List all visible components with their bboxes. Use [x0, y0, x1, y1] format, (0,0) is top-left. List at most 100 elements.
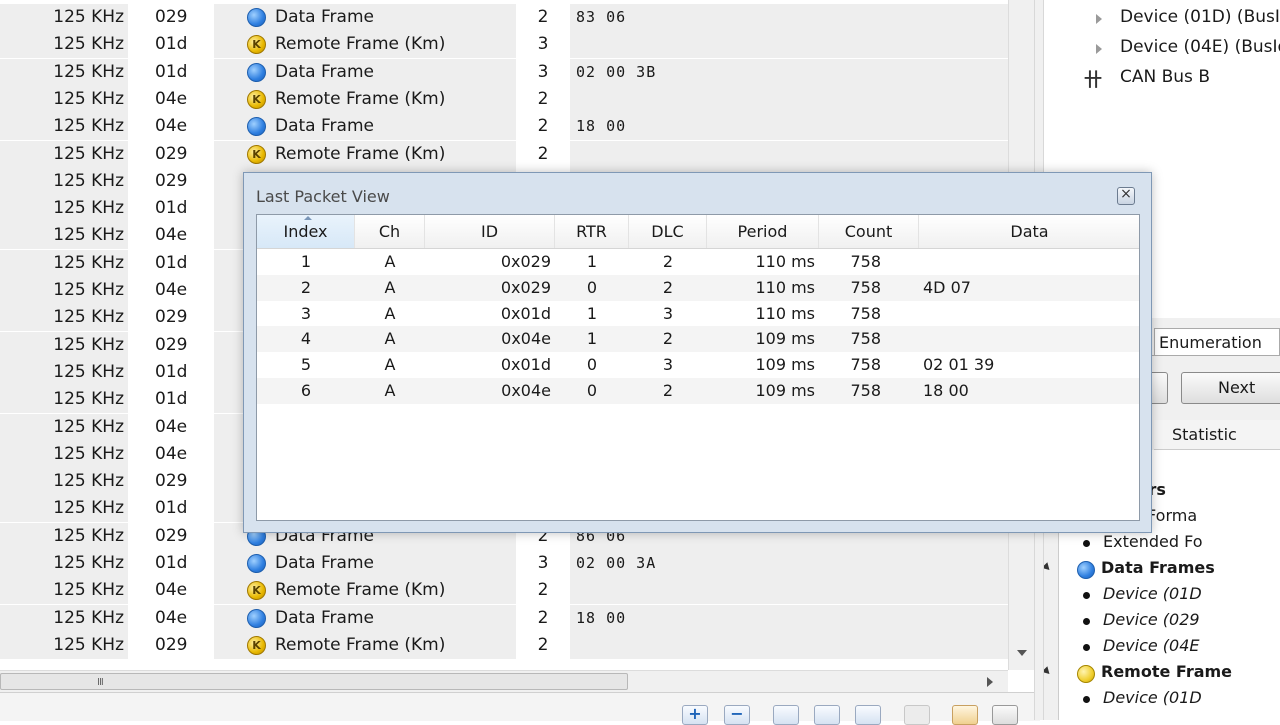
- data-cell: 18 00: [570, 113, 1008, 141]
- expand-arrow-icon[interactable]: [1096, 14, 1102, 24]
- column-header-rtr[interactable]: RTR: [555, 215, 629, 248]
- collapse-arrow-icon[interactable]: [1044, 562, 1053, 573]
- dlc-cell: 2: [662, 252, 674, 271]
- rtr-cell: 0: [586, 277, 598, 297]
- move-button[interactable]: [814, 705, 840, 725]
- id-cell: 04e: [155, 88, 188, 109]
- tab-enumeration[interactable]: Enumeration: [1154, 328, 1280, 356]
- column-header-data[interactable]: Data: [919, 215, 1139, 248]
- disabled-tool-button[interactable]: [904, 705, 930, 725]
- data-frame-icon: [247, 8, 266, 27]
- speed-cell: 125 KHz: [0, 113, 128, 141]
- speed-cell: 125 KHz: [0, 550, 128, 577]
- scroll-grip: III: [97, 677, 104, 688]
- log-row[interactable]: 125 KHz 029 Data Frame 2 83 06: [0, 4, 1008, 31]
- tree-item-label: CAN Bus B: [1120, 67, 1210, 87]
- index-cell: 5: [300, 355, 312, 375]
- frame-type-label: Data Frame: [275, 553, 374, 573]
- dlc-cell: 2: [662, 277, 674, 297]
- log-row[interactable]: 125 KHz 029 K Remote Frame (Km) 2: [0, 140, 1008, 168]
- data-cell: [570, 577, 1008, 605]
- data-frame-icon: [247, 608, 266, 628]
- dlc-cell: 2: [537, 116, 549, 137]
- dlc-cell: 2: [662, 329, 674, 349]
- log-row[interactable]: 125 KHz 04e K Remote Frame (Km) 2: [0, 85, 1008, 113]
- count-cell: 758: [850, 329, 881, 349]
- packet-row[interactable]: 4 A 0x04e 1 2 109 ms 758: [257, 326, 1139, 353]
- frame-type-cell: Data Frame: [214, 4, 516, 31]
- log-row[interactable]: 125 KHz 04e K Remote Frame (Km) 2: [0, 577, 1008, 605]
- id-cell: 04e: [155, 443, 188, 464]
- column-header-id[interactable]: ID: [425, 215, 555, 248]
- data-cell: [570, 140, 1008, 168]
- log-row[interactable]: 125 KHz 01d Data Frame 3 02 00 3B: [0, 58, 1008, 86]
- column-header-period[interactable]: Period: [707, 215, 819, 248]
- plus-icon: +: [688, 704, 702, 723]
- page-button[interactable]: [992, 705, 1018, 725]
- log-row[interactable]: 125 KHz 01d Data Frame 3 02 00 3A: [0, 550, 1008, 577]
- scroll-right-arrow-icon[interactable]: [987, 677, 993, 687]
- next-button[interactable]: Next: [1181, 372, 1280, 404]
- remove-button[interactable]: −: [724, 704, 750, 725]
- id-cell: 0x029: [500, 252, 551, 271]
- data-cell: [570, 85, 1008, 113]
- close-button[interactable]: ×: [1117, 186, 1135, 205]
- move-top-button[interactable]: [773, 705, 799, 725]
- id-cell: 04e: [155, 280, 188, 300]
- statistic-item-label: Device (029: [1103, 610, 1200, 629]
- log-row[interactable]: 125 KHz 04e Data Frame 2 18 00: [0, 604, 1008, 632]
- frame-type-label: Data Frame: [275, 607, 374, 628]
- packet-row[interactable]: 1 A 0x029 1 2 110 ms 758: [257, 249, 1139, 275]
- speed-cell: 125 KHz: [0, 304, 128, 332]
- packet-row[interactable]: 6 A 0x04e 0 2 109 ms 758 18 00: [257, 378, 1139, 404]
- id-cell: 029: [155, 143, 188, 164]
- statistic-column-header[interactable]: Statistic: [1154, 420, 1280, 450]
- id-cell: 029: [155, 471, 188, 492]
- id-cell: 01d: [155, 498, 188, 519]
- data-cell: 18 00: [570, 604, 1008, 632]
- column-header-dlc[interactable]: DLC: [629, 215, 707, 248]
- data-cell: [570, 631, 1008, 659]
- log-horizontal-scrollbar[interactable]: III: [0, 670, 1008, 693]
- add-button[interactable]: +: [682, 704, 708, 725]
- log-row[interactable]: 125 KHz 029 K Remote Frame (Km) 2: [0, 631, 1008, 659]
- filter-button[interactable]: [952, 705, 978, 725]
- id-cell: 029: [155, 170, 188, 191]
- log-row[interactable]: 125 KHz 04e Data Frame 2 18 00: [0, 113, 1008, 141]
- scroll-down-arrow-icon[interactable]: [1017, 650, 1027, 656]
- packet-grid[interactable]: Index Ch ID RTR DLC Period Count Data 1 A 0x029 1 2…: [256, 214, 1140, 521]
- packet-row[interactable]: 5 A 0x01d 0 3 109 ms 758 02 01 39: [257, 352, 1139, 378]
- speed-cell: 125 KHz: [0, 140, 128, 168]
- speed-cell: 125 KHz: [0, 440, 128, 468]
- packet-row[interactable]: 3 A 0x01d 1 3 110 ms 758: [257, 301, 1139, 327]
- dlc-cell: 3: [537, 553, 549, 573]
- dlc-cell: 2: [662, 381, 674, 400]
- log-row[interactable]: 125 KHz 01d K Remote Frame (Km) 3: [0, 31, 1008, 59]
- packet-row[interactable]: 2 A 0x029 0 2 110 ms 758 4D 07: [257, 274, 1139, 301]
- collapse-arrow-icon[interactable]: [1044, 666, 1053, 677]
- ch-cell: A: [384, 329, 396, 349]
- frame-type-label: Data Frame: [275, 116, 374, 137]
- period-cell: 110 ms: [755, 303, 815, 323]
- column-header-count[interactable]: Count: [819, 215, 919, 248]
- speed-cell: 125 KHz: [0, 4, 128, 31]
- speed-cell: 125 KHz: [0, 631, 128, 659]
- speed-cell: 125 KHz: [0, 222, 128, 250]
- expand-arrow-icon[interactable]: [1096, 44, 1102, 54]
- count-cell: 758: [850, 381, 881, 400]
- column-header-ch[interactable]: Ch: [355, 215, 425, 248]
- dlc-cell: 3: [662, 355, 674, 375]
- frame-type-cell: K Remote Frame (Km): [214, 31, 516, 59]
- frame-type-cell: Data Frame: [214, 550, 516, 577]
- speed-cell: 125 KHz: [0, 85, 128, 113]
- id-cell: 01d: [155, 34, 188, 55]
- minus-icon: −: [730, 704, 744, 723]
- horizontal-scroll-thumb[interactable]: III: [0, 673, 628, 690]
- index-cell: 1: [300, 252, 312, 271]
- statistic-item-label: Data Frames: [1101, 558, 1215, 577]
- dlc-cell: 2: [537, 7, 549, 27]
- remote-frame-icon: K: [247, 144, 266, 164]
- frame-type-label: Data Frame: [275, 7, 374, 27]
- move-bottom-button[interactable]: [855, 705, 881, 725]
- speed-cell: 125 KHz: [0, 331, 128, 359]
